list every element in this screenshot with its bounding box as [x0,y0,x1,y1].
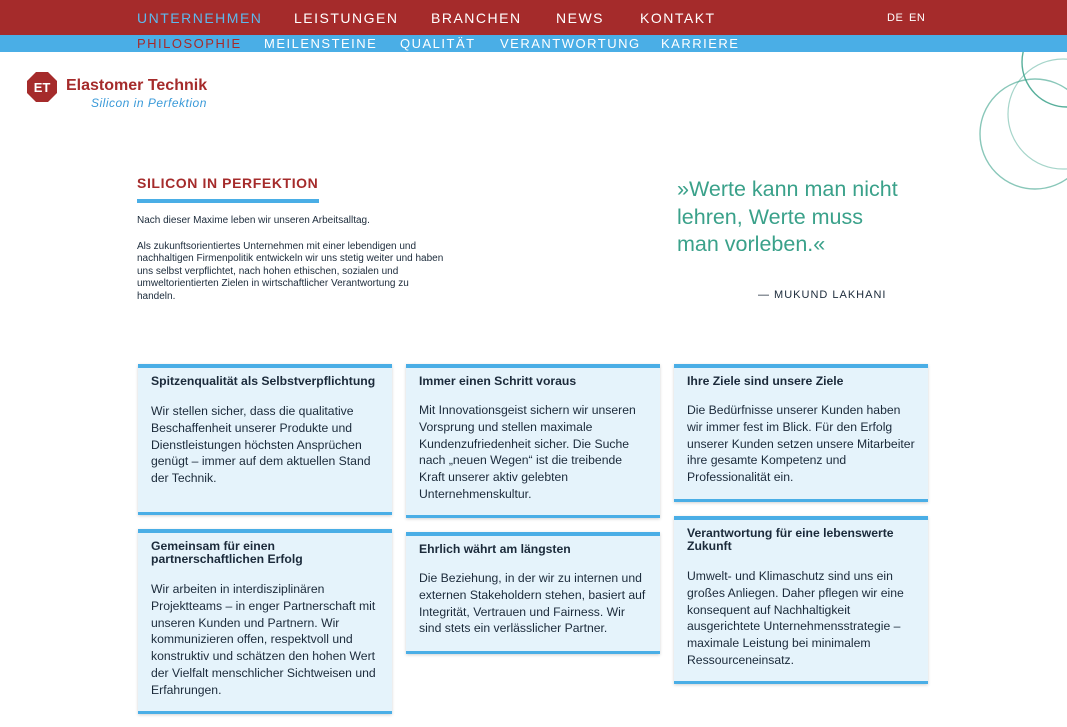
card-text: Mit Innovationsgeist sichern wir unseren… [419,403,636,501]
decorative-circles [979,52,1067,190]
subnav-item-karriere[interactable]: KARRIERE [661,36,739,51]
nav-item-kontakt[interactable]: KONTAKT [640,10,716,26]
title-underline [137,199,319,203]
logo-tagline: Silicon in Perfektion [91,96,207,110]
intro-text: Als zukunftsorientiertes Unternehmen mit… [137,240,444,302]
nav-item-leistungen[interactable]: LEISTUNGEN [294,10,398,26]
card-title: Ehrlich währt am längsten [419,542,571,556]
card-text: Die Bedürfnisse unserer Kunden haben wir… [687,403,915,485]
card-title: Gemeinsam für einen partnerschaftlichen … [151,539,303,566]
subnav-item-philosophie[interactable]: PHILOSOPHIE [137,36,242,51]
card-title: Verantwortung für eine lebenswerte Zukun… [687,526,894,553]
logo-name: Elastomer Technik [66,77,208,94]
language-en[interactable]: EN [909,12,925,24]
subnav-item-verantwortung[interactable]: VERANTWORTUNG [500,36,641,51]
quote-author: — MUKUND LAKHANI [758,289,887,301]
nav-item-news[interactable]: NEWS [556,10,604,26]
logo-mark-icon: ET [27,72,57,102]
main-nav: UNTERNEHMEN LEISTUNGEN BRANCHEN NEWS KON… [0,0,1067,35]
value-card: Immer einen Schritt voraus Mit Innovatio… [406,364,660,518]
subnav-item-meilensteine[interactable]: MEILENSTEINE [264,36,377,51]
sub-nav: PHILOSOPHIE MEILENSTEINE QUALITÄT VERANT… [0,35,1067,52]
page-title: SILICON IN PERFEKTION [137,175,319,191]
value-card: Gemeinsam für einen partnerschaftlichen … [138,529,392,714]
card-text: Wir arbeiten in interdisziplinären Proje… [151,582,376,697]
value-card: Ehrlich währt am längsten Die Beziehung,… [406,532,660,654]
quote-text: »Werte kann man nicht lehren, Werte muss… [677,177,898,256]
subnav-item-qualitaet[interactable]: QUALITÄT [400,36,476,51]
card-title: Spitzenqualität als Selbstverpflichtung [151,374,376,388]
card-title: Immer einen Schritt voraus [419,374,577,388]
intro-section: SILICON IN PERFEKTION Nach dieser Maxime… [137,175,452,304]
logo-initials: ET [34,80,51,95]
nav-item-unternehmen[interactable]: UNTERNEHMEN [137,10,262,26]
card-text: Umwelt- und Klimaschutz sind uns ein gro… [687,569,904,667]
intro-lead: Nach dieser Maxime leben wir unseren Arb… [137,215,370,226]
value-card: Spitzenqualität als Selbstverpflichtung … [138,364,392,515]
value-card: Verantwortung für eine lebenswerte Zukun… [674,516,928,684]
language-de[interactable]: DE [887,12,903,24]
nav-item-branchen[interactable]: BRANCHEN [431,10,522,26]
card-title: Ihre Ziele sind unsere Ziele [687,374,844,388]
logo[interactable]: ET Elastomer Technik Silicon in Perfekti… [26,71,216,111]
card-text: Wir stellen sicher, dass die qualitative… [151,404,371,486]
value-card: Ihre Ziele sind unsere Ziele Die Bedürfn… [674,364,928,502]
card-text: Die Beziehung, in der wir zu internen un… [419,571,646,636]
